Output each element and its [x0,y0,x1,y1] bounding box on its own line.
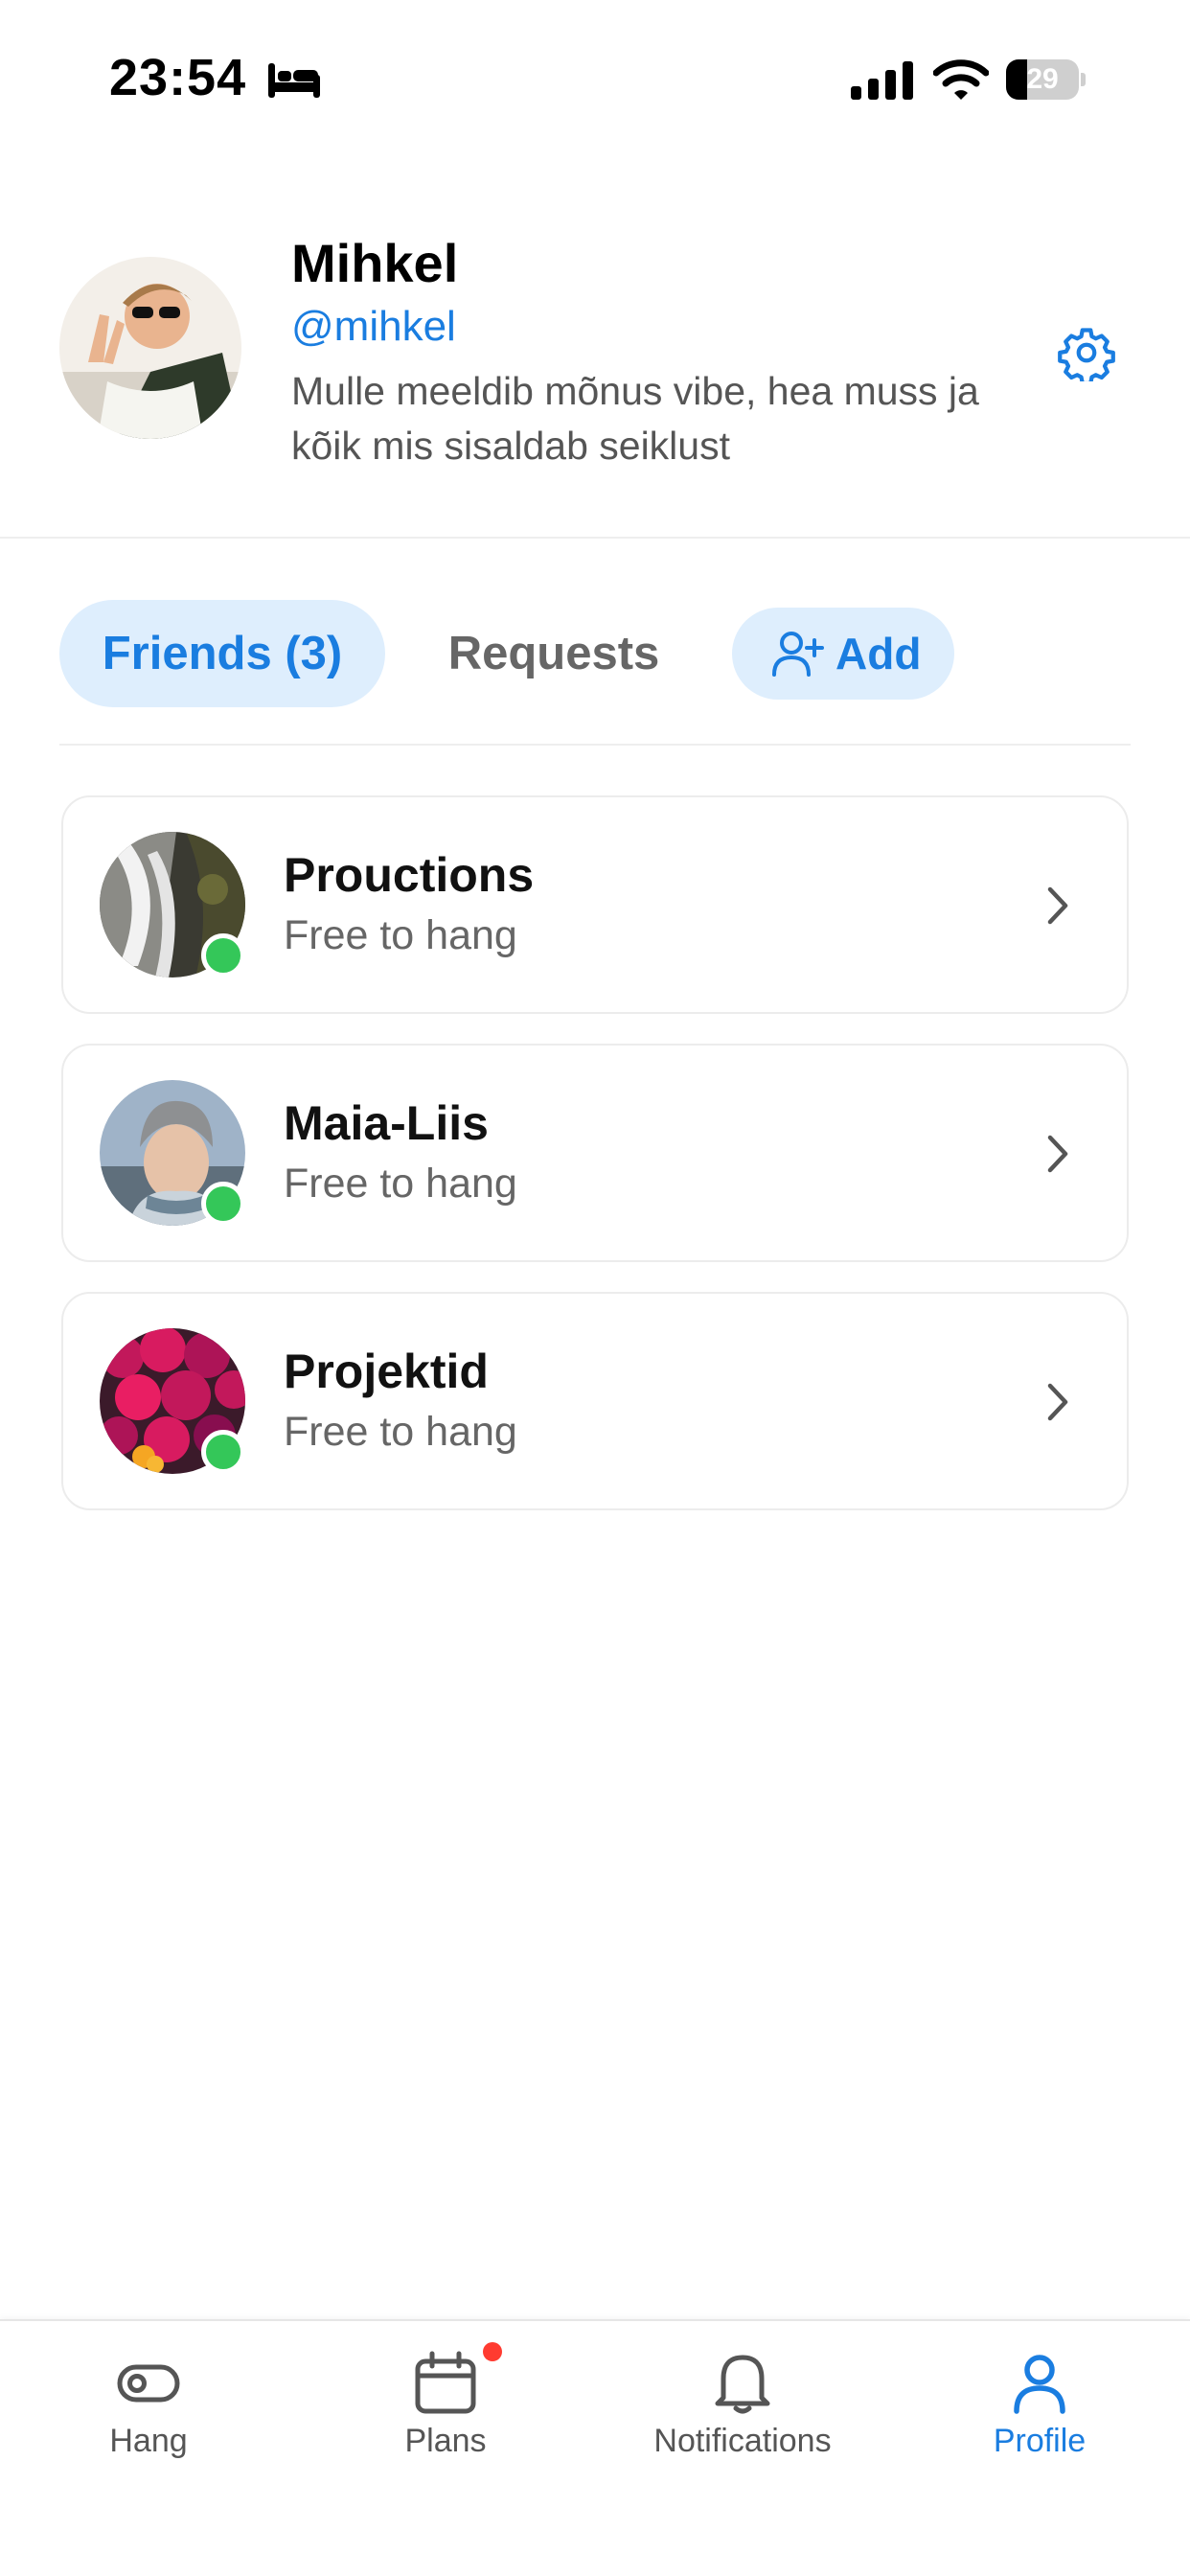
friend-card[interactable]: Maia-Liis Free to hang [61,1044,1129,1262]
toggle-icon [117,2364,180,2403]
friend-card[interactable]: Projektid Free to hang [61,1292,1129,1510]
bell-icon [715,2355,770,2414]
avatar-photo [59,257,241,439]
add-button-label: Add [835,629,922,678]
profile-header: Mihkel @mihkel Mulle meeldib mõnus vibe,… [0,163,1190,537]
profile-name: Mihkel [291,233,459,293]
friend-card[interactable]: Prouctions Free to hang [61,795,1129,1014]
tab-friends[interactable]: Friends (3) [59,600,385,707]
tab-bar-label: Hang [109,2423,188,2459]
tab-bar-item-notifications[interactable]: Notifications [594,2321,891,2474]
divider [59,744,1131,746]
online-status-dot [201,1182,245,1226]
tab-bar-item-plans[interactable]: Plans [297,2321,594,2474]
profile-screen: 23:54 29 Mihkel @mihkel Mulle meeldib mõ… [0,0,1190,2576]
profile-bio: Mulle meeldib mõnus vibe, hea muss ja kõ… [291,369,979,468]
status-time: 23:54 [109,49,247,106]
calendar-icon [415,2351,476,2414]
add-person-icon [772,632,824,677]
online-status-dot [201,933,245,978]
friend-avatar-wrap [100,1328,245,1474]
battery-body: 29 [1006,59,1079,100]
person-icon [1014,2355,1065,2414]
friend-status: Free to hang [284,912,517,958]
gear-icon[interactable] [1058,324,1115,381]
friend-name: Projektid [284,1345,489,1398]
tab-requests-label: Requests [447,628,660,679]
friend-name: Prouctions [284,848,535,902]
online-status-dot [201,1430,245,1474]
chevron-right-icon [1047,1383,1068,1421]
tab-bar-label: Notifications [653,2423,832,2459]
profile-handle: @mihkel [291,303,456,350]
bed-icon [268,63,320,98]
friend-avatar-wrap [100,1080,245,1226]
wifi-icon [933,59,989,100]
friend-status: Free to hang [284,1161,517,1207]
avatar[interactable] [59,257,241,439]
notification-badge [483,2342,502,2361]
add-friend-button[interactable]: Add [732,608,954,700]
bottom-tab-bar: Hang Plans Notifications Profile [0,2319,1190,2576]
chevron-right-icon [1047,1135,1068,1173]
tab-bar-label: Profile [993,2423,1087,2459]
status-bar: 23:54 29 [0,0,1190,163]
friend-status: Free to hang [284,1409,517,1455]
tab-bar-item-hang[interactable]: Hang [0,2321,297,2474]
tab-bar-label: Plans [404,2423,487,2459]
battery-cap [1081,73,1086,86]
battery-icon: 29 [1006,59,1086,100]
chevron-right-icon [1047,886,1068,925]
friend-avatar-wrap [100,832,245,978]
friend-name: Maia-Liis [284,1096,489,1150]
tab-friends-label: Friends (3) [102,628,343,679]
divider [0,537,1190,539]
tab-bar-item-profile[interactable]: Profile [891,2321,1188,2474]
tab-requests[interactable]: Requests [422,600,686,707]
battery-percent: 29 [1026,63,1059,95]
signal-icon [851,61,913,100]
